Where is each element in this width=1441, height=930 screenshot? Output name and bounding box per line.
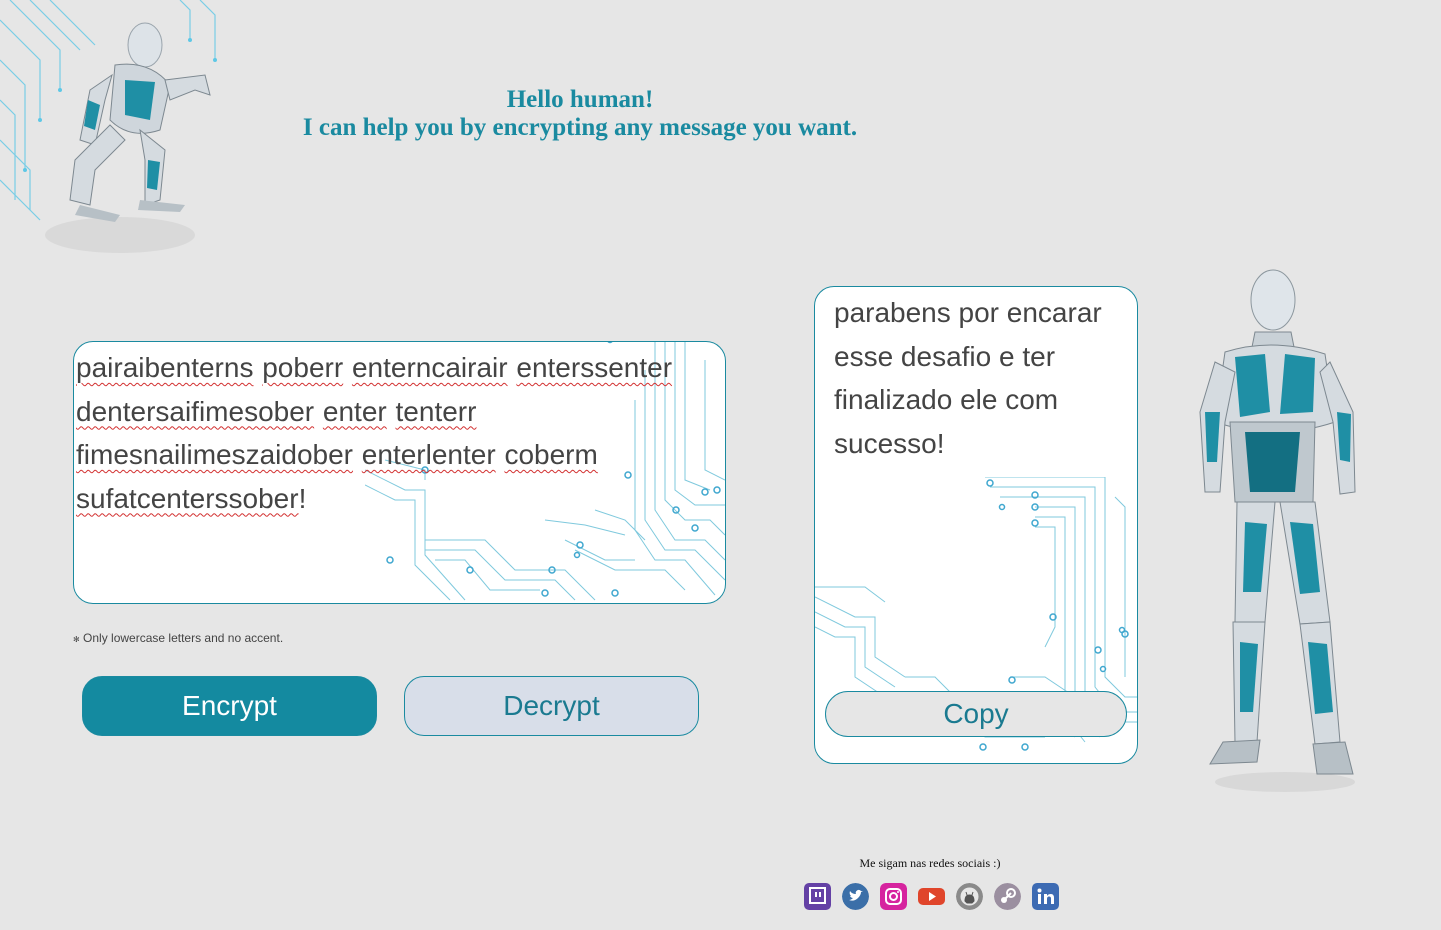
robot-illustration-top (0, 0, 217, 253)
encrypt-button[interactable]: Encrypt (82, 676, 377, 736)
input-word: enterlenter (361, 439, 496, 470)
social-links (804, 883, 1059, 910)
warning-text: Only lowercase letters and no accent. (83, 631, 284, 645)
linkedin-icon[interactable] (1032, 883, 1059, 910)
output-text: parabens por encarar esse desafio e ter … (834, 297, 1102, 459)
twitch-icon[interactable] (804, 883, 831, 910)
social-label: Me sigam nas redes sociais :) (859, 856, 1001, 870)
input-word: dentersaifimesober (76, 395, 315, 427)
title-greeting: Hello human! (506, 86, 654, 113)
input-word: sufatcenterssober (76, 482, 299, 514)
input-warning: ✻ Only lowercase letters and no accent. (73, 631, 283, 645)
input-word: fimesnailimeszaidober (76, 439, 354, 470)
youtube-icon[interactable] (918, 883, 945, 910)
copy-button[interactable]: Copy (825, 691, 1127, 737)
message-input-text[interactable]: pairaibenterns poberr enterncairair ente… (74, 342, 725, 520)
input-word: pairaibenterns (76, 352, 254, 383)
input-word: enterssenter (516, 352, 673, 383)
output-panel: parabens por encarar esse desafio e ter … (814, 286, 1138, 764)
input-word: poberr (262, 352, 344, 383)
input-trailing: ! (298, 482, 307, 514)
twitter-icon[interactable] (842, 883, 869, 910)
decrypt-button[interactable]: Decrypt (404, 676, 699, 736)
instagram-icon[interactable] (880, 883, 907, 910)
input-word: enterncairair (351, 352, 508, 383)
warning-icon: ✻ (73, 635, 80, 644)
robot-illustration-standing (1199, 269, 1356, 792)
input-word: tenterr (395, 395, 477, 427)
input-word: coberm (504, 439, 598, 470)
steam-icon[interactable] (994, 883, 1021, 910)
github-icon[interactable] (956, 883, 983, 910)
input-word: enter (322, 395, 387, 427)
page-title: Hello human! I can help you by encryptin… (250, 86, 910, 142)
message-input[interactable]: pairaibenterns poberr enterncairair ente… (73, 341, 726, 604)
title-subtitle: I can help you by encrypting any message… (302, 114, 858, 141)
